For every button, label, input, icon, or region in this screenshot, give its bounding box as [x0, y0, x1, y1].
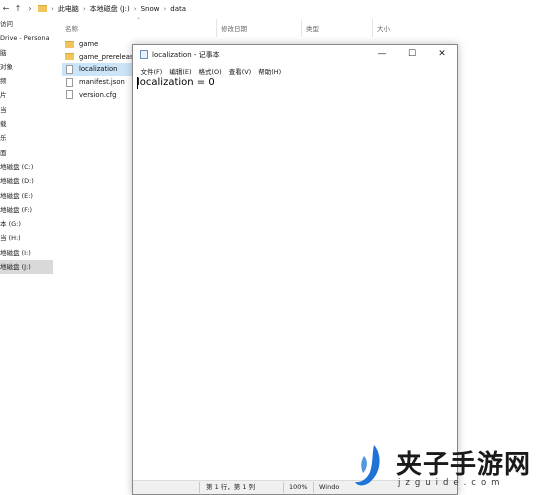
notepad-title-bar[interactable]: localization - 记事本 — ☐ ✕: [133, 45, 457, 64]
status-divider: [313, 482, 314, 493]
nav-item[interactable]: 片: [0, 88, 53, 102]
nav-item[interactable]: 访问: [0, 17, 53, 31]
folder-icon: [65, 40, 74, 48]
nav-item[interactable]: 本 (G:): [0, 217, 53, 231]
file-row[interactable]: localization: [62, 63, 142, 76]
breadcrumb-drive-j[interactable]: 本地磁盘 (J:): [87, 4, 133, 14]
file-name: version.cfg: [79, 90, 117, 99]
nav-item[interactable]: 当: [0, 103, 53, 117]
sort-ascending-icon: ⌃: [136, 17, 142, 24]
nav-item[interactable]: 对象: [0, 60, 53, 74]
notepad-app-icon: [140, 50, 148, 59]
nav-item[interactable]: Drive - Persona: [0, 31, 53, 45]
nav-item[interactable]: 地磁盘 (D:): [0, 174, 53, 188]
file-row[interactable]: game_prerelease: [62, 51, 142, 64]
status-divider: [283, 482, 284, 493]
file-row[interactable]: manifest.json: [62, 76, 142, 89]
breadcrumb-data[interactable]: data: [167, 5, 189, 13]
address-bar[interactable]: ← ↑ › › 此电脑 › 本地磁盘 (J:) › Snow › data: [0, 0, 540, 17]
menu-help[interactable]: 帮助(H): [255, 66, 285, 76]
nav-item[interactable]: 乐: [0, 131, 53, 145]
file-name: localization: [79, 65, 118, 74]
column-header-size[interactable]: 大小: [377, 23, 390, 33]
minimize-button[interactable]: —: [367, 45, 397, 64]
nav-item[interactable]: 地磁盘 (F:): [0, 203, 53, 217]
maximize-button[interactable]: ☐: [397, 45, 427, 64]
file-icon: [66, 90, 73, 100]
column-divider[interactable]: [301, 19, 302, 37]
line-ending: Windo: [319, 483, 340, 491]
file-name: game: [79, 40, 99, 49]
close-button[interactable]: ✕: [427, 45, 457, 64]
menu-edit[interactable]: 编辑(E): [166, 66, 195, 76]
column-divider[interactable]: [372, 19, 373, 37]
menu-file[interactable]: 文件(F): [137, 66, 166, 76]
window-title: localization - 记事本: [152, 50, 220, 59]
column-header-name[interactable]: 名称: [65, 23, 78, 33]
status-divider: [199, 482, 200, 493]
nav-item[interactable]: 地磁盘 (I:): [0, 246, 53, 260]
file-row[interactable]: game: [62, 38, 142, 51]
nav-item[interactable]: 面: [0, 146, 53, 160]
navigation-pane: 访问 Drive - Persona 脑对象频片当载乐面地磁盘 (C:) 地磁盘 (D…: [0, 17, 53, 495]
up-arrow-icon[interactable]: ↑: [12, 4, 24, 13]
file-name: game_prerelease: [79, 52, 138, 61]
breadcrumb-this-pc[interactable]: 此电脑: [55, 4, 82, 14]
menu-format[interactable]: 格式(O): [195, 66, 225, 76]
editor-text: localization = 0: [137, 77, 215, 88]
column-header-modified[interactable]: 修改日期: [221, 23, 247, 33]
zoom-level: 100%: [289, 483, 308, 491]
file-list: game game_prerelease localization manifest.…: [62, 38, 142, 101]
cursor-position: 第 1 行，第 1 列: [206, 483, 256, 491]
nav-item[interactable]: 地磁盘 (J:): [0, 260, 53, 275]
menu-view[interactable]: 查看(V): [225, 66, 255, 76]
nav-item[interactable]: 频: [0, 74, 53, 88]
file-row[interactable]: version.cfg: [62, 88, 142, 101]
column-headers: ⌃ 名称 修改日期 类型 大小: [53, 17, 540, 37]
nav-item[interactable]: 脑: [0, 46, 53, 60]
column-divider[interactable]: [216, 19, 217, 37]
file-name: manifest.json: [79, 78, 125, 87]
nav-item[interactable]: 当 (H:): [0, 231, 53, 245]
menu-bar: 文件(F) 编辑(E) 格式(O) 查看(V) 帮助(H): [133, 65, 457, 76]
nav-item[interactable]: 地磁盘 (E:): [0, 189, 53, 203]
nav-item[interactable]: 载: [0, 117, 53, 131]
watermark-logo-icon: [355, 445, 380, 486]
column-header-type[interactable]: 类型: [306, 23, 319, 33]
text-caret: [137, 77, 138, 89]
back-icon[interactable]: ←: [0, 4, 12, 13]
notepad-window: localization - 记事本 — ☐ ✕ 文件(F) 编辑(E) 格式(…: [132, 44, 458, 495]
breadcrumb-snow[interactable]: Snow: [138, 5, 163, 13]
watermark-domain-text: jzguide.com: [398, 478, 505, 488]
chevron-right-icon: ›: [28, 4, 32, 13]
folder-icon: [65, 53, 74, 61]
folder-icon: [38, 5, 47, 12]
nav-item[interactable]: 地磁盘 (C:): [0, 160, 53, 174]
text-editor-area[interactable]: localization = 0: [134, 76, 456, 481]
watermark-chinese-text: 夹子手游网: [396, 450, 532, 480]
site-watermark: 夹子手游网 jzguide.com: [352, 440, 540, 495]
file-icon: [66, 77, 73, 87]
file-icon: [66, 64, 73, 74]
